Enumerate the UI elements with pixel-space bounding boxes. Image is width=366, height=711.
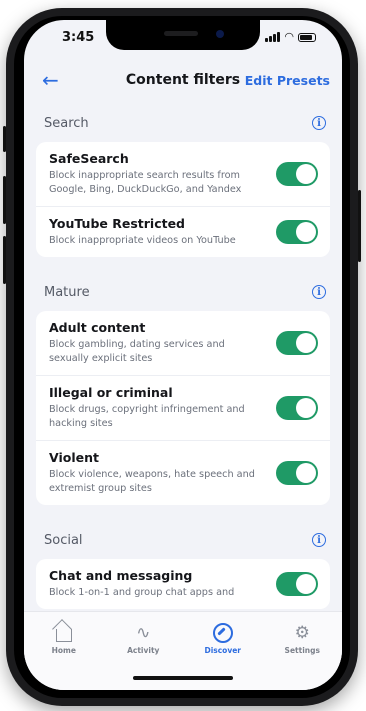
edit-presets-button[interactable]: Edit Presets [245,73,330,88]
status-icons: ◠ [265,30,316,43]
section-search-header: Search i [24,104,342,142]
violent-toggle[interactable] [276,461,318,485]
section-social-card: Chat and messaging Block 1-on-1 and grou… [36,559,330,609]
filter-description: Block inappropriate videos on YouTube [49,235,236,246]
filter-item-adult-content: Adult content Block gambling, dating ser… [36,311,330,376]
nav-header: ← Content filters Edit Presets [24,62,342,102]
notch [106,20,260,50]
volume-down-button [3,236,6,284]
filter-description: Block 1-on-1 and group chat apps and [49,587,235,598]
section-label: Mature [44,285,90,300]
info-icon[interactable]: i [312,533,326,547]
section-social-header: Social i [24,521,342,559]
bottom-tab-bar: Home ∿ Activity Discover ⚙ Settings [24,611,342,690]
illegal-criminal-toggle[interactable] [276,396,318,420]
tab-label: Discover [204,646,242,655]
safesearch-toggle[interactable] [276,162,318,186]
status-time: 3:45 [62,30,95,45]
filter-title: Illegal or criminal [49,385,173,400]
tab-label: Settings [284,646,320,655]
home-indicator [133,676,233,680]
info-icon[interactable]: i [312,285,326,299]
tab-discover[interactable]: Discover [191,622,255,655]
filters-list[interactable]: Search i SafeSearch Block inappropriate … [24,104,342,612]
section-mature-card: Adult content Block gambling, dating ser… [36,311,330,505]
tab-label: Activity [127,646,160,655]
phone-screen: 3:45 ◠ ← Content filters Edit Presets Se… [24,20,342,690]
power-button [358,190,361,262]
section-search-card: SafeSearch Block inappropriate search re… [36,142,330,257]
filter-item-youtube-restricted: YouTube Restricted Block inappropriate v… [36,207,330,257]
filter-title: Adult content [49,320,146,335]
tab-label: Home [51,646,76,655]
tab-settings[interactable]: ⚙ Settings [270,622,334,655]
filter-title: SafeSearch [49,151,129,166]
home-icon [55,629,72,642]
section-label: Search [44,116,89,131]
compass-icon [212,623,233,643]
section-mature-header: Mature i [24,273,342,311]
filter-title: Chat and messaging [49,568,193,583]
filter-description: Block inappropriate search results from … [49,170,242,195]
filter-description: Block drugs, copyright infringement and … [49,404,245,429]
adult-content-toggle[interactable] [276,331,318,355]
gear-icon: ⚙ [294,623,310,643]
info-icon[interactable]: i [312,116,326,130]
filter-description: Block violence, weapons, hate speech and… [49,469,255,494]
filter-item-violent: Violent Block violence, weapons, hate sp… [36,441,330,505]
tab-activity[interactable]: ∿ Activity [111,622,175,655]
filter-item-illegal-criminal: Illegal or criminal Block drugs, copyrig… [36,376,330,441]
wifi-icon: ◠ [284,30,294,43]
filter-item-safesearch: SafeSearch Block inappropriate search re… [36,142,330,207]
mute-switch [3,126,6,152]
volume-up-button [3,176,6,224]
battery-icon [298,32,316,42]
youtube-restricted-toggle[interactable] [276,220,318,244]
tab-home[interactable]: Home [32,622,96,655]
activity-pulse-icon: ∿ [136,623,151,643]
chat-messaging-toggle[interactable] [276,572,318,596]
filter-description: Block gambling, dating services and sexu… [49,339,225,364]
filter-item-chat-messaging: Chat and messaging Block 1-on-1 and grou… [36,559,330,609]
section-label: Social [44,533,83,548]
filter-title: Violent [49,450,99,465]
filter-title: YouTube Restricted [49,216,185,231]
signal-icon [265,32,281,42]
